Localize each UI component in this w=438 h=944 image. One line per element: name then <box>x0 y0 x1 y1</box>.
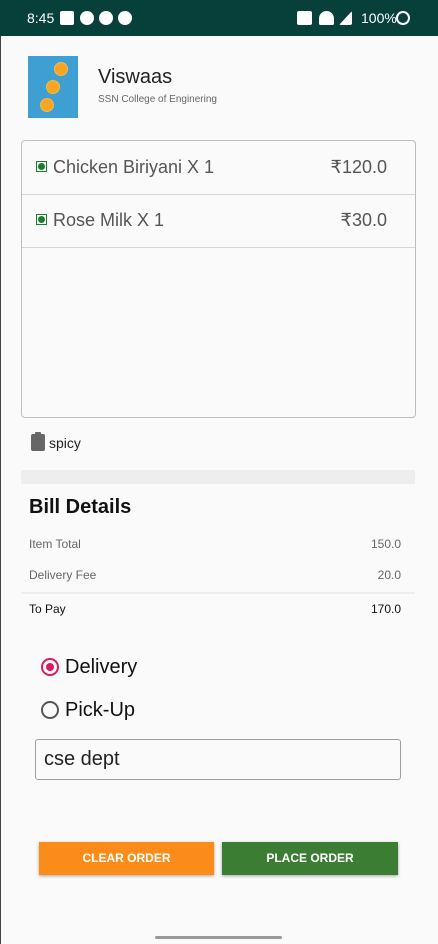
item-total-label: Item Total <box>29 537 81 551</box>
battery-percent: 100% <box>361 10 397 26</box>
delivery-radio-label[interactable]: Delivery <box>65 656 137 679</box>
store-location: SSN College of Enginering <box>98 94 217 105</box>
to-pay-label: To Pay <box>29 602 66 616</box>
clipboard-icon <box>31 432 45 451</box>
address-input[interactable] <box>35 739 401 780</box>
battery-icon <box>396 11 410 25</box>
clear-order-button[interactable]: CLEAR ORDER <box>39 842 214 875</box>
cart-item-price: ₹120.0 <box>330 157 388 177</box>
store-image <box>28 56 78 118</box>
pickup-radio-label[interactable]: Pick-Up <box>65 699 135 722</box>
gmail-icon <box>60 11 74 25</box>
orange-slice <box>46 80 60 94</box>
bill-details-title: Bill Details <box>29 496 132 518</box>
status-bar: 8:45 100% <box>0 0 438 36</box>
delivery-fee-value: 20.0 <box>377 568 401 582</box>
order-note: spicy <box>31 432 81 451</box>
cart-list[interactable]: Chicken Biriyani X 1 ₹120.0 Rose Milk X … <box>21 140 416 418</box>
orange-slice <box>54 62 68 76</box>
pickup-radio[interactable] <box>41 701 59 719</box>
to-pay-value: 170.0 <box>370 602 401 616</box>
home-gesture-bar[interactable] <box>155 936 282 939</box>
cart-item[interactable]: Chicken Biriyani X 1 ₹120.0 <box>22 141 415 195</box>
cart-item-name: Rose Milk X 1 <box>53 210 165 230</box>
place-order-button[interactable]: PLACE ORDER <box>222 842 398 875</box>
window-edge <box>0 36 1 944</box>
store-name: Viswaas <box>98 66 173 88</box>
delivery-radio[interactable] <box>41 658 59 676</box>
section-divider <box>21 470 415 484</box>
signal-icon <box>339 11 352 25</box>
record-icon <box>118 11 132 25</box>
delivery-fee-label: Delivery Fee <box>29 568 97 582</box>
veg-mark-icon <box>36 161 47 172</box>
cart-item-name: Chicken Biriyani X 1 <box>53 157 215 177</box>
cart-item-price: ₹30.0 <box>340 210 388 230</box>
status-time: 8:45 <box>27 10 55 26</box>
cast-icon <box>297 11 312 25</box>
orange-slice <box>40 98 54 112</box>
whatsapp-icon <box>99 11 113 25</box>
cart-item[interactable]: Rose Milk X 1 ₹30.0 <box>22 194 415 248</box>
item-total-value: 150.0 <box>370 537 401 551</box>
wifi-icon <box>319 11 334 25</box>
order-note-text: spicy <box>49 435 81 451</box>
veg-mark-icon <box>36 214 47 225</box>
message-icon <box>80 11 94 25</box>
bill-divider <box>21 592 415 594</box>
